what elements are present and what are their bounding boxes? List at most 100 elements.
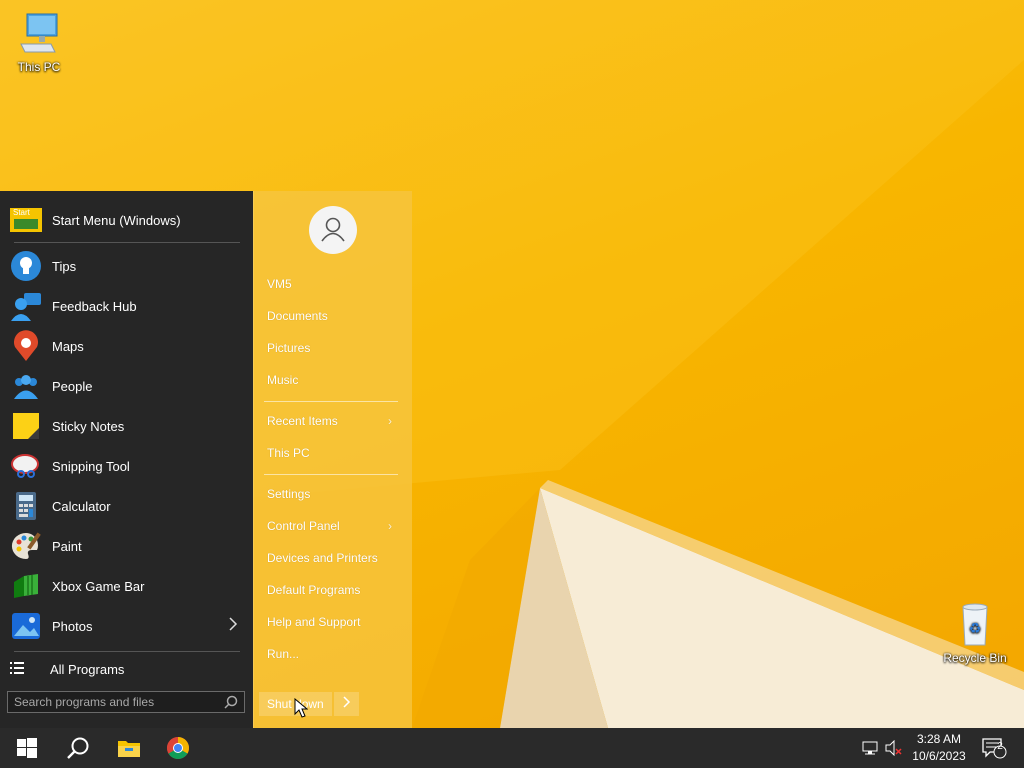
list-icon (10, 661, 24, 678)
start-menu-left-pane: Start Start Menu (Windows) Tips Feedback… (0, 191, 253, 728)
right-item-help-and-support[interactable]: Help and Support (267, 615, 360, 629)
network-icon[interactable] (862, 728, 880, 768)
feedback-hub-icon (10, 290, 42, 322)
search-button[interactable] (54, 728, 102, 768)
right-item-label: VM5 (267, 277, 292, 291)
app-label: Feedback Hub (52, 298, 137, 314)
user-icon (321, 217, 345, 242)
right-item-label: Devices and Printers (267, 551, 378, 565)
app-snipping-tool[interactable]: Snipping Tool (10, 449, 246, 483)
user-avatar[interactable] (309, 206, 357, 254)
taskbar-chrome[interactable] (154, 728, 202, 768)
app-feedback-hub[interactable]: Feedback Hub (10, 289, 246, 323)
right-item-settings[interactable]: Settings (267, 487, 310, 501)
desktop-icon-label: This PC (17, 60, 61, 74)
taskbar: 3:28 AM 10/6/2023 2 (0, 728, 1024, 768)
chevron-right-icon: › (388, 414, 392, 428)
right-item-this-pc[interactable]: This PC (267, 446, 310, 460)
search-box[interactable] (7, 691, 245, 713)
mouse-cursor-icon (294, 697, 309, 723)
app-sticky-notes[interactable]: Sticky Notes (10, 409, 246, 443)
right-item-label: Pictures (267, 341, 311, 355)
right-item-pictures[interactable]: Pictures (267, 341, 310, 355)
scissors-icon (10, 450, 42, 482)
app-calculator[interactable]: Calculator (10, 489, 246, 523)
notification-count-badge: 2 (997, 741, 1003, 752)
right-item-label: Documents (267, 309, 328, 323)
svg-text:♻: ♻ (969, 621, 982, 637)
app-people[interactable]: People (10, 369, 246, 403)
all-programs-button[interactable]: All Programs (10, 661, 124, 678)
xbox-game-bar-icon (10, 570, 42, 602)
search-input[interactable] (8, 692, 220, 712)
right-item-label: Run... (267, 647, 300, 661)
chevron-right-icon[interactable] (228, 617, 238, 634)
right-item-documents[interactable]: Documents (267, 309, 328, 323)
clock-date: 10/6/2023 (912, 749, 966, 763)
right-item-devices-and-printers[interactable]: Devices and Printers (267, 551, 378, 565)
chrome-icon (167, 737, 189, 759)
map-pin-icon (10, 330, 42, 362)
right-item-music[interactable]: Music (267, 373, 298, 387)
photos-icon (10, 610, 42, 642)
search-icon[interactable] (224, 695, 238, 714)
people-icon (10, 370, 42, 402)
this-pc-icon (15, 10, 63, 58)
shutdown-options-button[interactable] (334, 692, 359, 716)
start-button[interactable] (3, 728, 51, 768)
right-item-control-panel[interactable]: Control Panel › (267, 519, 392, 533)
chevron-right-icon (342, 696, 350, 708)
all-programs-label: All Programs (50, 662, 125, 677)
right-item-label: Help and Support (267, 615, 361, 629)
notification-center-button[interactable]: 2 (982, 728, 1008, 768)
app-label: Maps (52, 338, 84, 354)
volume-muted-icon[interactable] (885, 728, 903, 768)
pinned-start-menu-windows[interactable]: Start Start Menu (Windows) (10, 208, 181, 232)
divider (264, 474, 398, 475)
start-menu-app-icon: Start (10, 208, 42, 232)
search-icon (67, 737, 89, 759)
divider (14, 651, 240, 652)
app-label: Snipping Tool (52, 458, 130, 474)
app-label: Calculator (52, 498, 111, 514)
app-label: Xbox Game Bar (52, 578, 145, 594)
right-item-run[interactable]: Run... (267, 647, 299, 661)
pinned-label: Start Menu (Windows) (52, 212, 181, 228)
app-label: People (52, 378, 93, 394)
app-label: Photos (52, 618, 93, 634)
right-item-label: This PC (267, 446, 310, 460)
calculator-icon (10, 490, 42, 522)
windows-logo-icon (17, 738, 37, 758)
lightbulb-icon (10, 250, 42, 282)
chevron-right-icon: › (388, 519, 392, 533)
app-xbox-game-bar[interactable]: Xbox Game Bar (10, 569, 246, 603)
palette-icon (10, 530, 42, 562)
taskbar-file-explorer[interactable] (105, 728, 153, 768)
right-item-recent-items[interactable]: Recent Items › (267, 414, 392, 428)
notification-icon (982, 738, 1007, 759)
start-menu-right-pane: VM5 Documents Pictures Music Recent Item… (253, 191, 412, 728)
clock-time: 3:28 AM (916, 732, 962, 746)
divider (264, 401, 398, 402)
right-item-vm5[interactable]: VM5 (267, 277, 292, 291)
desktop-icon-recycle-bin[interactable]: ♻ Recycle Bin (937, 601, 1013, 665)
app-tips[interactable]: Tips (10, 249, 246, 283)
app-paint[interactable]: Paint (10, 529, 246, 563)
right-item-label: Default Programs (267, 583, 361, 597)
right-item-label: Settings (267, 487, 311, 501)
app-label: Sticky Notes (52, 418, 125, 434)
divider (14, 242, 240, 243)
sticky-notes-icon (10, 410, 42, 442)
right-item-label: Music (267, 373, 299, 387)
app-photos[interactable]: Photos (10, 609, 246, 643)
right-item-label: Recent Items (267, 414, 338, 428)
desktop-icon-this-pc[interactable]: This PC (1, 10, 77, 74)
right-item-label: Control Panel (267, 519, 340, 533)
desktop-icon-label: Recycle Bin (943, 651, 1007, 665)
pinned-icon-text: Start (13, 208, 30, 217)
app-label: Tips (52, 258, 77, 274)
app-maps[interactable]: Maps (10, 329, 246, 363)
app-label: Paint (52, 538, 82, 554)
right-item-default-programs[interactable]: Default Programs (267, 583, 360, 597)
taskbar-clock[interactable]: 3:28 AM 10/6/2023 (905, 731, 973, 765)
